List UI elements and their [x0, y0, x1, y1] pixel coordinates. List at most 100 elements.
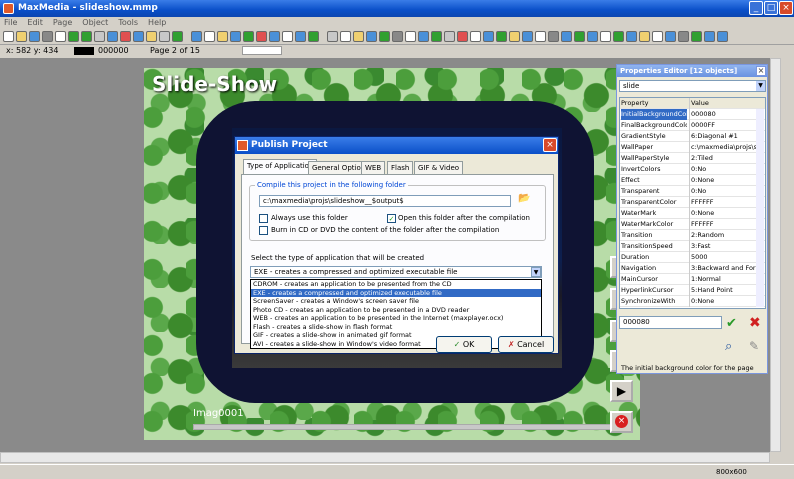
toolbar-tool-12-icon[interactable] [146, 31, 157, 42]
tab-web[interactable]: WEB [361, 161, 386, 174]
toolbar-tool-24-icon[interactable] [308, 31, 319, 42]
property-value[interactable]: 2:Random [689, 230, 757, 241]
property-row[interactable]: GradientStyle 6:Diagonal #1 [620, 131, 765, 142]
toolbar-tool-25-icon[interactable] [327, 31, 338, 42]
property-row[interactable]: SynchronizeWith 0:None [620, 296, 765, 307]
property-row[interactable]: WaterMarkColor FFFFFF [620, 219, 765, 230]
option-flash[interactable]: Flash - creates a slide-show in flash fo… [251, 323, 541, 332]
property-row[interactable]: WallPaper c:\maxmedia\projs\slic [620, 142, 765, 153]
property-row[interactable]: Transparent 0:No [620, 186, 765, 197]
property-value[interactable]: 1:Normal [689, 274, 757, 285]
property-row[interactable]: FinalBackgroundColor 0000FF [620, 120, 765, 131]
toolbar-tool-22-icon[interactable] [282, 31, 293, 42]
folder-path-input[interactable]: c:\maxmedia\projs\slideshow__$output$ [259, 195, 511, 207]
tab-type-of-application[interactable]: Type of Application [243, 159, 318, 174]
toolbar-tool-40-icon[interactable] [522, 31, 533, 42]
property-value[interactable]: 0:No [689, 186, 757, 197]
property-row[interactable]: InvertColors 0:No [620, 164, 765, 175]
dialog-close-button[interactable]: × [543, 138, 557, 152]
toolbar-tool-48-icon[interactable] [626, 31, 637, 42]
toolbar-tool-5-icon[interactable] [55, 31, 66, 42]
option-photo-cd[interactable]: Photo CD - creates an application to be … [251, 306, 541, 315]
chevron-down-icon[interactable]: ▼ [531, 267, 541, 277]
menu-file[interactable]: File [4, 18, 17, 27]
toolbar-tool-16-icon[interactable] [204, 31, 215, 42]
toolbar-tool-8-icon[interactable] [94, 31, 105, 42]
properties-close-button[interactable]: × [756, 66, 766, 76]
menu-help[interactable]: Help [148, 18, 166, 27]
toolbar-tool-52-icon[interactable] [678, 31, 689, 42]
property-value[interactable]: 5000 [689, 252, 757, 263]
toolbar-tool-44-icon[interactable] [574, 31, 585, 42]
property-value[interactable]: FFFFFF [689, 197, 757, 208]
object-select[interactable]: slide [619, 80, 766, 92]
menu-tools[interactable]: Tools [118, 18, 138, 27]
toolbar-tool-20-icon[interactable] [256, 31, 267, 42]
always-use-folder-checkbox[interactable] [259, 214, 268, 223]
toolbar-tool-9-icon[interactable] [107, 31, 118, 42]
menu-object[interactable]: Object [82, 18, 108, 27]
slide-progress-bar[interactable] [193, 424, 633, 430]
property-value[interactable]: 0:None [689, 208, 757, 219]
menu-page[interactable]: Page [53, 18, 72, 27]
property-row[interactable]: WaterMark 0:None [620, 208, 765, 219]
cancel-button[interactable]: ✗ Cancel [498, 336, 554, 353]
toolbar-tool-19-icon[interactable] [243, 31, 254, 42]
ok-button[interactable]: ✓ OK [436, 336, 492, 353]
toolbar-tool-21-icon[interactable] [269, 31, 280, 42]
horizontal-scrollbar[interactable] [0, 452, 770, 463]
option-cdrom[interactable]: CDROM - creates an application to be pre… [251, 280, 541, 289]
toolbar-tool-41-icon[interactable] [535, 31, 546, 42]
toolbar-tool-11-icon[interactable] [133, 31, 144, 42]
menu-edit[interactable]: Edit [27, 18, 43, 27]
property-row[interactable]: Duration 5000 [620, 252, 765, 263]
toolbar-tool-36-icon[interactable] [470, 31, 481, 42]
property-value[interactable]: 0:None [689, 296, 757, 307]
toolbar-tool-14-icon[interactable] [172, 31, 183, 42]
toolbar-tool-49-icon[interactable] [639, 31, 650, 42]
burn-cd-checkbox[interactable] [259, 226, 268, 235]
toolbar-tool-3-icon[interactable] [29, 31, 40, 42]
toolbar-tool-42-icon[interactable] [548, 31, 559, 42]
toolbar-tool-46-icon[interactable] [600, 31, 611, 42]
property-value[interactable]: 0:No [689, 164, 757, 175]
toolbar-tool-53-icon[interactable] [691, 31, 702, 42]
eyedropper-icon[interactable]: ✎ [749, 339, 759, 353]
toolbar-tool-7-icon[interactable] [81, 31, 92, 42]
property-value[interactable]: 6:Diagonal #1 [689, 131, 757, 142]
toolbar-tool-37-icon[interactable] [483, 31, 494, 42]
property-row[interactable]: WallPaperStyle 2:Tiled [620, 153, 765, 164]
vertical-scrollbar[interactable] [770, 58, 781, 452]
toolbar-tool-35-icon[interactable] [457, 31, 468, 42]
toolbar-tool-54-icon[interactable] [704, 31, 715, 42]
object-select-chevron-icon[interactable]: ▼ [756, 81, 765, 91]
app-type-select[interactable]: EXE - creates a compressed and optimized… [250, 266, 542, 278]
toolbar-tool-33-icon[interactable] [431, 31, 442, 42]
tab-flash[interactable]: Flash [387, 161, 414, 174]
toolbar-tool-15-icon[interactable] [191, 31, 202, 42]
property-value[interactable]: 000080 [689, 109, 757, 120]
property-value[interactable]: FFFFFF [689, 219, 757, 230]
property-value[interactable]: 2:Tiled [689, 153, 757, 164]
property-value[interactable]: 3:Backward and Forw [689, 263, 757, 274]
minimize-button[interactable]: _ [749, 1, 763, 15]
property-row[interactable]: HyperlinkCursor 5:Hand Point [620, 285, 765, 296]
toolbar-tool-38-icon[interactable] [496, 31, 507, 42]
property-value[interactable]: c:\maxmedia\projs\slic [689, 142, 757, 153]
grid-scrollbar[interactable] [756, 109, 764, 307]
toolbar-tool-30-icon[interactable] [392, 31, 403, 42]
zoom-slider[interactable] [242, 46, 282, 55]
property-value[interactable]: 3:Fast [689, 241, 757, 252]
option-screensaver[interactable]: ScreenSaver - creates a Window's screen … [251, 297, 541, 306]
maximize-button[interactable]: □ [764, 1, 778, 15]
option-web[interactable]: WEB - creates an application to be prese… [251, 314, 541, 323]
toolbar-tool-31-icon[interactable] [405, 31, 416, 42]
toolbar-tool-47-icon[interactable] [613, 31, 624, 42]
option-exe[interactable]: EXE - creates a compressed and optimized… [251, 288, 541, 297]
stop-button[interactable]: × [610, 411, 633, 433]
magnifier-icon[interactable]: ⌕ [725, 339, 732, 354]
toolbar-tool-51-icon[interactable] [665, 31, 676, 42]
toolbar-tool-6-icon[interactable] [68, 31, 79, 42]
tab-gif-video[interactable]: GIF & Video [414, 161, 464, 174]
toolbar-tool-28-icon[interactable] [366, 31, 377, 42]
